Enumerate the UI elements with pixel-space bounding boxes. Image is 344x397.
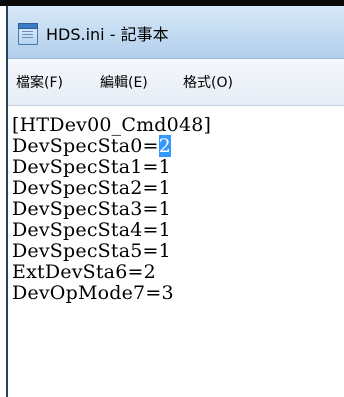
text-line: ExtDevSta6=2 bbox=[12, 261, 156, 283]
text-line: DevSpecSta0=2 bbox=[12, 135, 171, 157]
text-editor[interactable]: [HTDev00_Cmd048] DevSpecSta0=2 DevSpecSt… bbox=[8, 106, 344, 397]
notepad-icon[interactable] bbox=[18, 23, 38, 45]
window-title: HDS.ini - 記事本 bbox=[46, 25, 169, 44]
selected-text[interactable]: 2 bbox=[158, 135, 171, 157]
notepad-window: HDS.ini - 記事本 檔案(F) 編輯(E) 格式(O) [HTDev00… bbox=[6, 6, 344, 397]
menu-format[interactable]: 格式(O) bbox=[183, 72, 233, 92]
menu-bar: 檔案(F) 編輯(E) 格式(O) bbox=[8, 59, 344, 106]
text-line: DevSpecSta5=1 bbox=[12, 240, 171, 262]
text-line: [HTDev00_Cmd048] bbox=[12, 114, 212, 136]
text-line: DevSpecSta3=1 bbox=[12, 198, 171, 220]
title-bar[interactable]: HDS.ini - 記事本 bbox=[8, 6, 344, 59]
menu-file[interactable]: 檔案(F) bbox=[16, 72, 63, 92]
text-line: DevSpecSta1=1 bbox=[12, 156, 171, 178]
text-line: DevSpecSta4=1 bbox=[12, 219, 171, 241]
text-line: DevSpecSta2=1 bbox=[12, 177, 171, 199]
text-line-content: DevSpecSta0= bbox=[12, 135, 159, 157]
text-line: DevOpMode7=3 bbox=[12, 282, 174, 304]
menu-edit[interactable]: 編輯(E) bbox=[100, 72, 148, 92]
